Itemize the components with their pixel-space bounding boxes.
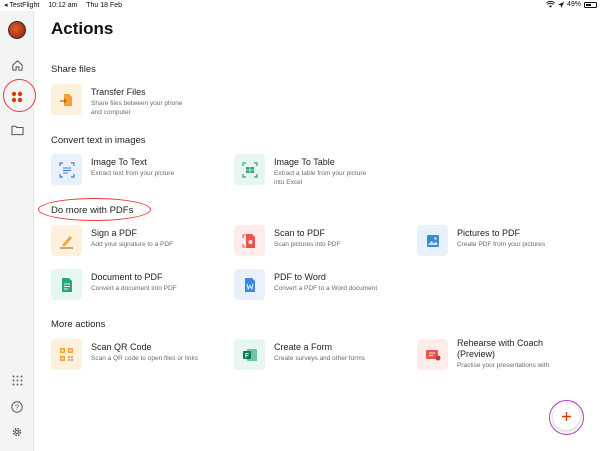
- card-description: Scan a QR code to open files or links: [91, 355, 198, 362]
- card-document-to-pdf[interactable]: Document to PDF Convert a document into …: [51, 269, 177, 300]
- card-title: Rehearse with Coach: [457, 338, 544, 348]
- forms-icon: F: [234, 339, 265, 370]
- card-title: Image To Text: [91, 157, 147, 167]
- image-to-text-icon: [51, 154, 82, 185]
- folder-icon: [10, 125, 24, 136]
- card-description: and computer: [91, 109, 131, 116]
- main-content: Actions Share files Transfer Files Share…: [35, 11, 601, 451]
- annotation-circle-actions: [3, 79, 36, 112]
- pictures-to-pdf-icon: [417, 225, 448, 256]
- annotation-circle-create: [549, 400, 584, 435]
- svg-text:?: ?: [15, 403, 19, 412]
- card-create-form[interactable]: F Create a Form Create surveys and other…: [234, 339, 365, 370]
- card-image-to-table[interactable]: Image To Table Extract a table from your…: [234, 154, 366, 187]
- battery-icon: [584, 1, 597, 8]
- card-title: Sign a PDF: [91, 228, 138, 238]
- section-title-share-files: Share files: [51, 64, 96, 75]
- avatar[interactable]: [8, 21, 26, 39]
- sidebar-item-files[interactable]: [0, 118, 34, 142]
- location-icon: [557, 1, 564, 8]
- card-scan-qr-code[interactable]: Scan QR Code Scan a QR code to open file…: [51, 339, 198, 370]
- card-title: Pictures to PDF: [457, 228, 521, 238]
- sidebar: ?: [0, 11, 36, 451]
- status-bar: ◂ TestFlight 10:12 am Thu 18 Feb 49%: [0, 0, 601, 11]
- card-description: Add your signature to a PDF: [91, 241, 174, 248]
- scan-to-pdf-icon: [234, 225, 265, 256]
- battery-percent: 49%: [566, 1, 581, 8]
- card-title: PDF to Word: [274, 272, 326, 282]
- card-pictures-to-pdf[interactable]: Pictures to PDF Create PDF from your pic…: [417, 225, 545, 256]
- sidebar-item-settings[interactable]: [0, 420, 34, 444]
- document-to-pdf-icon: [51, 269, 82, 300]
- sidebar-item-more[interactable]: [0, 368, 34, 392]
- card-pdf-to-word[interactable]: PDF to Word Convert a PDF to a Word docu…: [234, 269, 377, 300]
- section-title-convert-text: Convert text in images: [51, 135, 146, 146]
- gear-icon: [12, 427, 22, 437]
- card-transfer-files[interactable]: Transfer Files Share files between your …: [51, 84, 182, 117]
- annotation-circle-pdfs: [38, 198, 151, 221]
- sidebar-item-help[interactable]: ?: [0, 395, 34, 419]
- qr-code-icon: [51, 339, 82, 370]
- card-title: Image To Table: [274, 157, 335, 167]
- status-date: Thu 18 Feb: [86, 2, 123, 9]
- card-scan-to-pdf[interactable]: Scan to PDF Scan pictures into PDF: [234, 225, 340, 256]
- card-description: Scan pictures into PDF: [274, 241, 341, 248]
- svg-text:F: F: [245, 352, 249, 359]
- help-icon: ?: [11, 401, 23, 413]
- card-description: Create surveys and other forms: [274, 355, 366, 362]
- card-description: Create PDF from your pictures: [457, 241, 546, 248]
- card-image-to-text[interactable]: Image To Text Extract text from your pic…: [51, 154, 174, 185]
- signature-pen-icon: [51, 225, 82, 256]
- card-description: Extract a table from your picture: [274, 170, 367, 177]
- presentation-coach-icon: [417, 339, 448, 370]
- transfer-files-icon: [51, 84, 82, 115]
- image-to-table-icon: [234, 154, 265, 185]
- section-title-more-actions: More actions: [51, 319, 106, 330]
- card-title: Create a Form: [274, 342, 333, 352]
- card-title: Transfer Files: [91, 87, 146, 97]
- home-icon: [11, 59, 23, 71]
- sidebar-item-home[interactable]: [0, 53, 34, 77]
- card-description: Convert a document into PDF: [91, 285, 177, 292]
- pdf-to-word-icon: [234, 269, 265, 300]
- card-description: into Excel: [274, 179, 303, 186]
- page-title: Actions: [51, 19, 114, 38]
- card-description: Convert a PDF to a Word document: [274, 285, 378, 292]
- dots-grid-icon: [12, 375, 22, 385]
- card-rehearse-with-coach[interactable]: Rehearse with Coach (Preview) Practise y…: [417, 338, 550, 370]
- card-title: Scan to PDF: [274, 228, 326, 238]
- card-title-suffix: (Preview): [457, 349, 496, 359]
- card-description: Share files between your phone: [91, 100, 183, 107]
- card-sign-pdf[interactable]: Sign a PDF Add your signature to a PDF: [51, 225, 173, 256]
- card-title: Document to PDF: [91, 272, 163, 282]
- card-description: Extract text from your picture: [91, 170, 175, 177]
- card-description: Practise your presentations with: [457, 362, 550, 369]
- wifi-icon: [545, 1, 555, 8]
- status-time: 10:12 am: [48, 2, 78, 9]
- back-to-app-link[interactable]: ◂ TestFlight: [4, 2, 39, 9]
- card-title: Scan QR Code: [91, 342, 152, 352]
